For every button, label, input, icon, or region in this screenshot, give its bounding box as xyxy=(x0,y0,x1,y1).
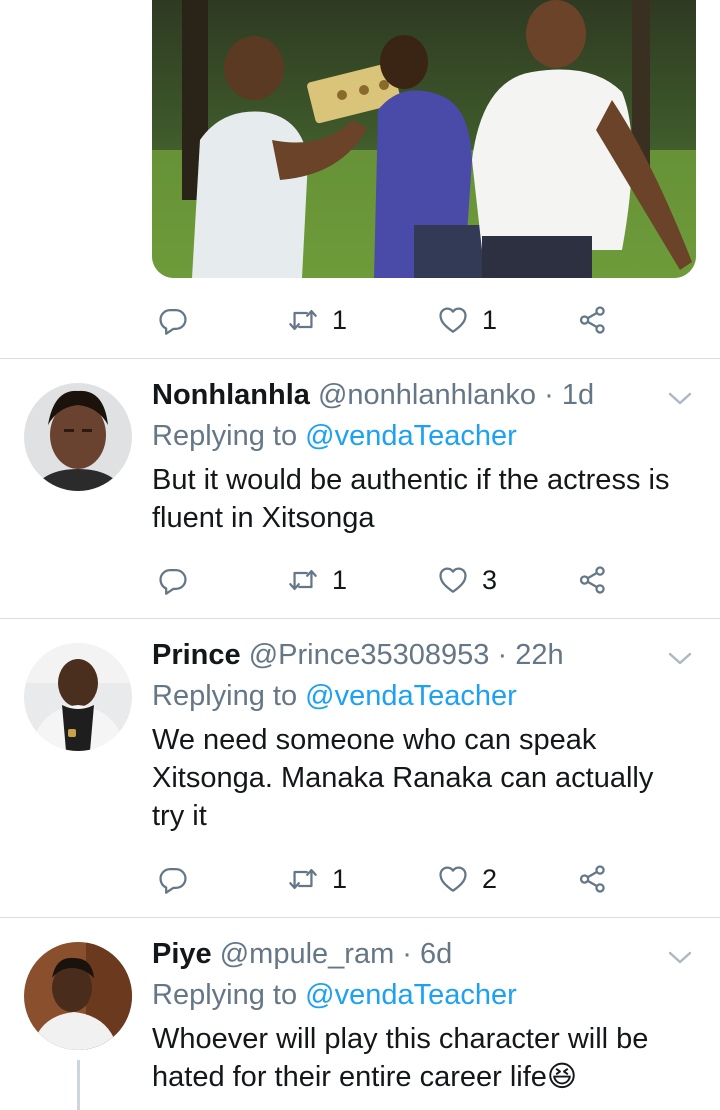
retweet-button[interactable]: 1 xyxy=(288,560,347,600)
reply-button[interactable] xyxy=(158,560,188,600)
like-count: 3 xyxy=(482,564,498,595)
display-name[interactable]: Prince xyxy=(152,639,241,671)
share-button[interactable] xyxy=(578,300,608,340)
share-button[interactable] xyxy=(578,859,608,899)
retweet-count: 1 xyxy=(332,863,348,894)
reply-tweet[interactable]: Prince @Prince35308953 · 22h Replying to… xyxy=(0,619,720,917)
like-button[interactable]: 3 xyxy=(438,560,497,600)
share-icon xyxy=(578,305,608,335)
chevron-down-icon[interactable] xyxy=(664,942,696,974)
like-icon xyxy=(438,565,468,595)
reply-icon xyxy=(158,864,188,894)
share-icon xyxy=(578,565,608,595)
tweet-text: But it would be authentic if the actress… xyxy=(152,464,670,534)
user-handle[interactable]: @Prince35308953 xyxy=(249,639,490,671)
like-icon xyxy=(438,864,468,894)
replying-to: Replying to @vendaTeacher xyxy=(152,680,517,713)
tweet-action-bar: 1 1 xyxy=(152,300,632,340)
tweet-text: Whoever will play this character will be… xyxy=(152,1023,649,1093)
reply-icon xyxy=(158,565,188,595)
reply-button[interactable] xyxy=(158,859,188,899)
reply-header: Piye @mpule_ram · 6d xyxy=(152,938,452,971)
replying-to: Replying to @vendaTeacher xyxy=(152,979,517,1012)
retweet-icon xyxy=(288,565,318,595)
like-count: 1 xyxy=(482,304,498,335)
chevron-down-icon[interactable] xyxy=(664,643,696,675)
separator: · xyxy=(536,379,562,411)
display-name[interactable]: Piye xyxy=(152,938,212,970)
retweet-button[interactable]: 1 xyxy=(288,300,347,340)
like-button[interactable]: 1 xyxy=(438,300,497,340)
share-icon xyxy=(578,864,608,894)
like-count: 2 xyxy=(482,863,498,894)
separator: · xyxy=(489,639,516,671)
share-button[interactable] xyxy=(578,560,608,600)
replying-prefix: Replying to xyxy=(152,979,306,1011)
mention-link[interactable]: @vendaTeacher xyxy=(305,680,517,712)
tweet-media-image[interactable] xyxy=(152,0,696,278)
mention-link[interactable]: @vendaTeacher xyxy=(305,979,517,1011)
reply-tweet[interactable]: Nonhlanhla @nonhlanhlanko · 1d Replying … xyxy=(0,359,720,618)
avatar[interactable] xyxy=(24,383,132,491)
reply-tweet[interactable]: Piye @mpule_ram · 6d Replying to @vendaT… xyxy=(0,918,720,1110)
thread-line xyxy=(77,1060,80,1110)
tweet-action-bar: 1 3 xyxy=(152,560,632,600)
chevron-down-icon[interactable] xyxy=(664,383,696,415)
reply-header: Prince @Prince35308953 · 22h xyxy=(152,639,564,672)
reply-button[interactable] xyxy=(158,300,188,340)
retweet-icon xyxy=(288,305,318,335)
like-icon xyxy=(438,305,468,335)
tweet-action-bar: 1 2 xyxy=(152,859,632,899)
retweet-count: 1 xyxy=(332,304,348,335)
avatar[interactable] xyxy=(24,942,132,1050)
mention-link[interactable]: @vendaTeacher xyxy=(305,420,517,452)
avatar[interactable] xyxy=(24,643,132,751)
display-name[interactable]: Nonhlanhla xyxy=(152,379,310,411)
replying-prefix: Replying to xyxy=(152,420,306,452)
user-handle[interactable]: @mpule_ram xyxy=(220,938,395,970)
separator: · xyxy=(394,938,421,970)
replying-to: Replying to @vendaTeacher xyxy=(152,420,517,453)
retweet-icon xyxy=(288,864,318,894)
like-button[interactable]: 2 xyxy=(438,859,497,899)
timestamp[interactable]: 1d xyxy=(562,379,594,411)
replying-prefix: Replying to xyxy=(152,680,306,712)
tweet-text: We need someone who can speak Xitsonga. … xyxy=(152,724,654,832)
timestamp[interactable]: 22h xyxy=(515,639,563,671)
retweet-button[interactable]: 1 xyxy=(288,859,347,899)
user-handle[interactable]: @nonhlanhlanko xyxy=(318,379,536,411)
retweet-count: 1 xyxy=(332,564,348,595)
reply-icon xyxy=(158,305,188,335)
reply-header: Nonhlanhla @nonhlanhlanko · 1d xyxy=(152,379,594,412)
timestamp[interactable]: 6d xyxy=(420,938,452,970)
